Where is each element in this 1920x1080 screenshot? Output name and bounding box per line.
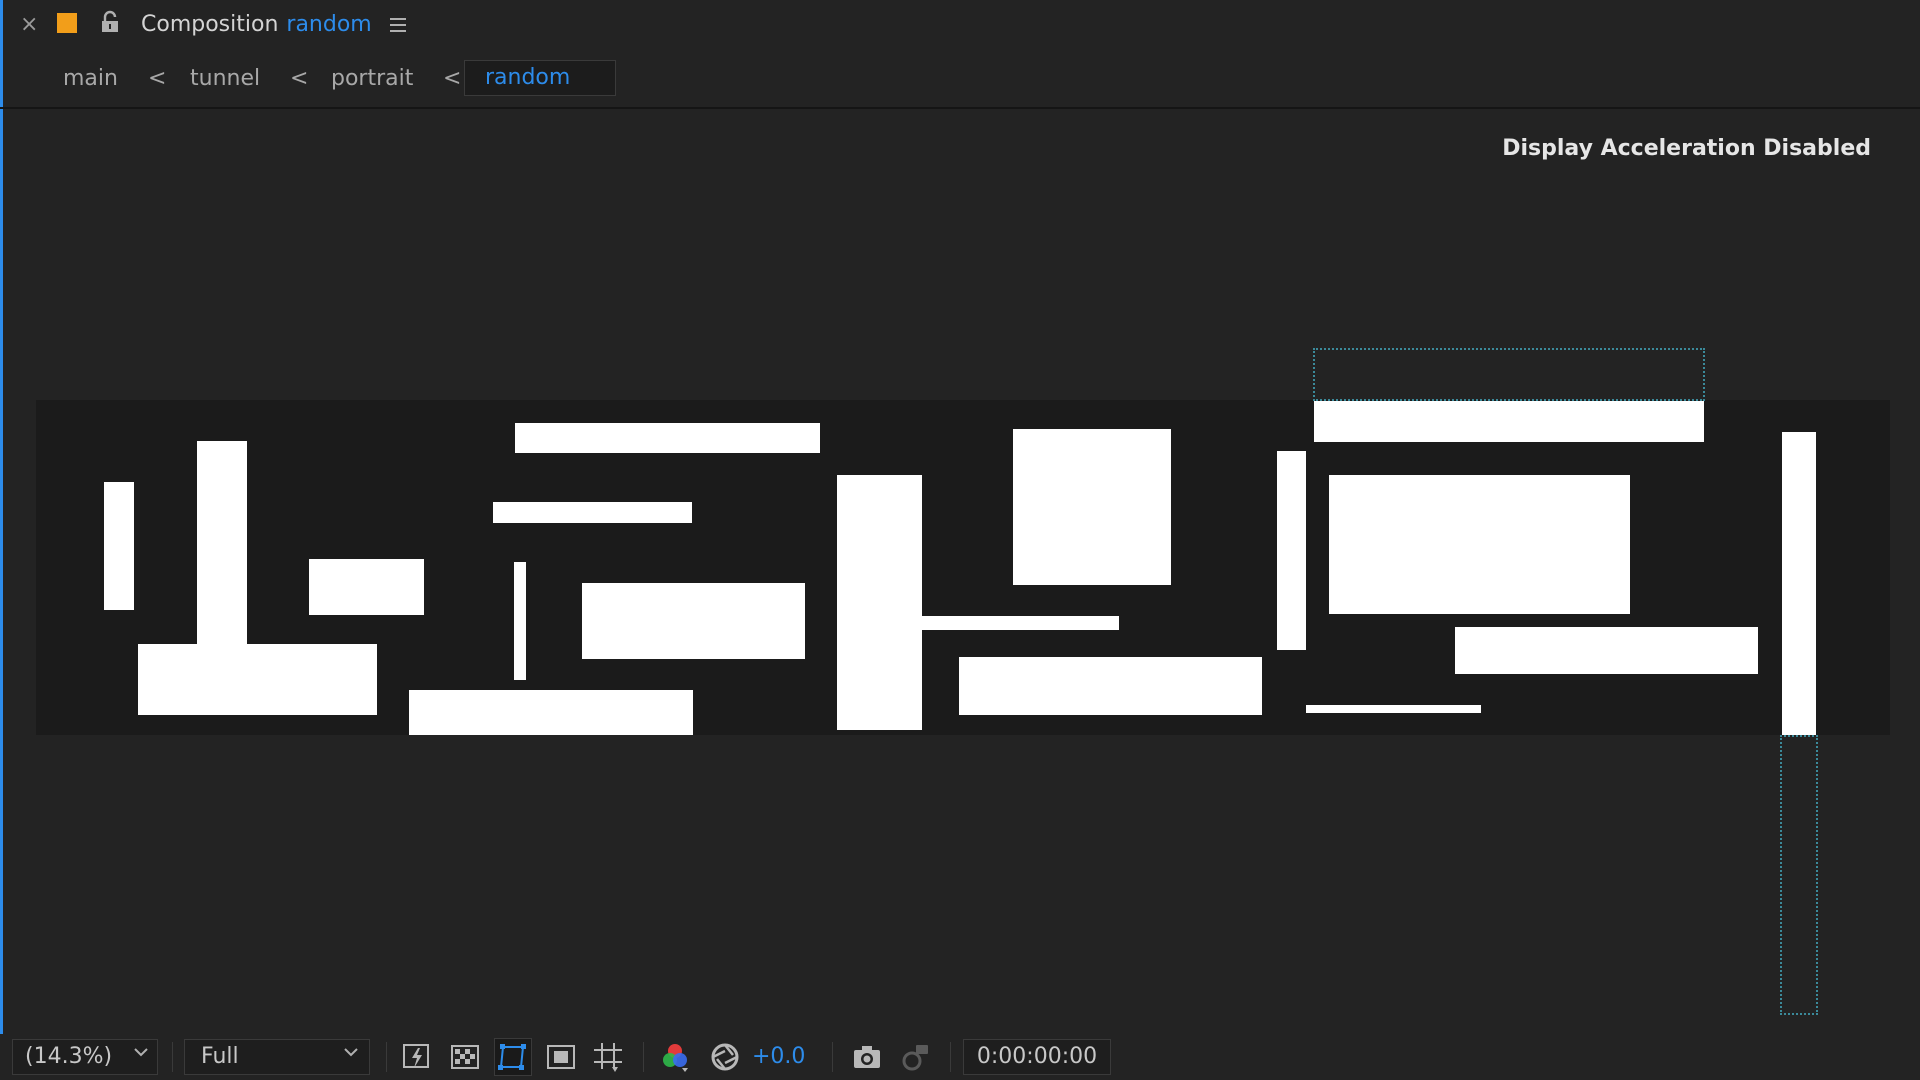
channel-icon[interactable] bbox=[659, 1041, 691, 1073]
toolbar-divider bbox=[950, 1042, 951, 1072]
breadcrumb-separator: < bbox=[290, 66, 309, 91]
toolbar-divider bbox=[386, 1042, 387, 1072]
breadcrumb-item-tunnel[interactable]: tunnel bbox=[190, 58, 260, 100]
toolbar-divider bbox=[643, 1042, 644, 1072]
label-color-swatch[interactable] bbox=[57, 13, 77, 33]
resolution-value: Full bbox=[201, 1044, 239, 1069]
toolbar-divider bbox=[832, 1042, 833, 1072]
breadcrumb-item-random[interactable]: random bbox=[464, 60, 616, 96]
solid-layer[interactable] bbox=[959, 657, 1262, 715]
snapshot-icon[interactable] bbox=[851, 1041, 883, 1073]
panel-focus-edge bbox=[0, 0, 3, 1080]
exposure-value[interactable]: +0.0 bbox=[752, 1039, 805, 1075]
solid-layer[interactable] bbox=[837, 475, 922, 730]
grid-guides-icon[interactable] bbox=[592, 1041, 624, 1073]
breadcrumb-separator: < bbox=[148, 66, 167, 91]
breadcrumb-item-portrait[interactable]: portrait bbox=[331, 58, 413, 100]
layer-bounds-outline bbox=[1780, 735, 1818, 1015]
panel-title-prefix: Composition bbox=[141, 12, 279, 37]
solid-layer[interactable] bbox=[922, 616, 1119, 630]
mask-path-visibility-icon[interactable] bbox=[497, 1041, 529, 1073]
solid-layer[interactable] bbox=[514, 562, 526, 680]
solid-layer[interactable] bbox=[197, 441, 247, 644]
solid-layer[interactable] bbox=[515, 423, 820, 453]
composition-name: random bbox=[286, 12, 372, 37]
reset-exposure-icon[interactable] bbox=[709, 1041, 741, 1073]
solid-layer[interactable] bbox=[104, 482, 134, 610]
header-divider bbox=[0, 107, 1920, 109]
solid-layer[interactable] bbox=[582, 583, 805, 659]
show-snapshot-icon[interactable] bbox=[899, 1041, 931, 1073]
panel-title: Composition random bbox=[141, 10, 372, 40]
composition-breadcrumb: main < tunnel < portrait < random bbox=[0, 58, 1920, 100]
chevron-down-icon bbox=[344, 1048, 358, 1057]
solid-layer[interactable] bbox=[1455, 627, 1758, 674]
always-preview-icon[interactable] bbox=[401, 1041, 433, 1073]
breadcrumb-item-main[interactable]: main bbox=[63, 58, 118, 100]
close-panel-button[interactable]: × bbox=[20, 10, 38, 40]
viewer-toolbar: (14.3%) Full +0.0 0:00:00:00 bbox=[0, 1034, 1920, 1080]
solid-layer[interactable] bbox=[1329, 475, 1630, 614]
panel-tab-header: × Composition random bbox=[0, 0, 1920, 52]
magnification-value: (14.3%) bbox=[25, 1044, 113, 1069]
solid-layer[interactable] bbox=[493, 502, 692, 523]
solid-layer[interactable] bbox=[1314, 401, 1704, 442]
timecode: 0:00:00:00 bbox=[976, 1044, 1098, 1069]
layer-bounds-outline bbox=[1313, 348, 1705, 401]
solid-layer[interactable] bbox=[409, 690, 693, 735]
lock-icon[interactable] bbox=[100, 10, 120, 34]
solid-layer[interactable] bbox=[1306, 705, 1481, 713]
solid-layer[interactable] bbox=[1782, 432, 1816, 735]
panel-menu-icon[interactable] bbox=[388, 14, 408, 36]
region-of-interest-icon[interactable] bbox=[545, 1041, 577, 1073]
solid-layer[interactable] bbox=[138, 644, 377, 715]
breadcrumb-separator: < bbox=[443, 66, 462, 91]
solid-layer[interactable] bbox=[1013, 429, 1171, 585]
solid-layer[interactable] bbox=[309, 559, 424, 615]
display-acceleration-notice: Display Acceleration Disabled bbox=[1502, 136, 1871, 161]
chevron-down-icon bbox=[134, 1048, 148, 1057]
transparency-grid-icon[interactable] bbox=[449, 1041, 481, 1073]
toolbar-divider bbox=[172, 1042, 173, 1072]
solid-layer[interactable] bbox=[1277, 451, 1306, 650]
current-time-display[interactable]: 0:00:00:00 bbox=[963, 1039, 1111, 1075]
